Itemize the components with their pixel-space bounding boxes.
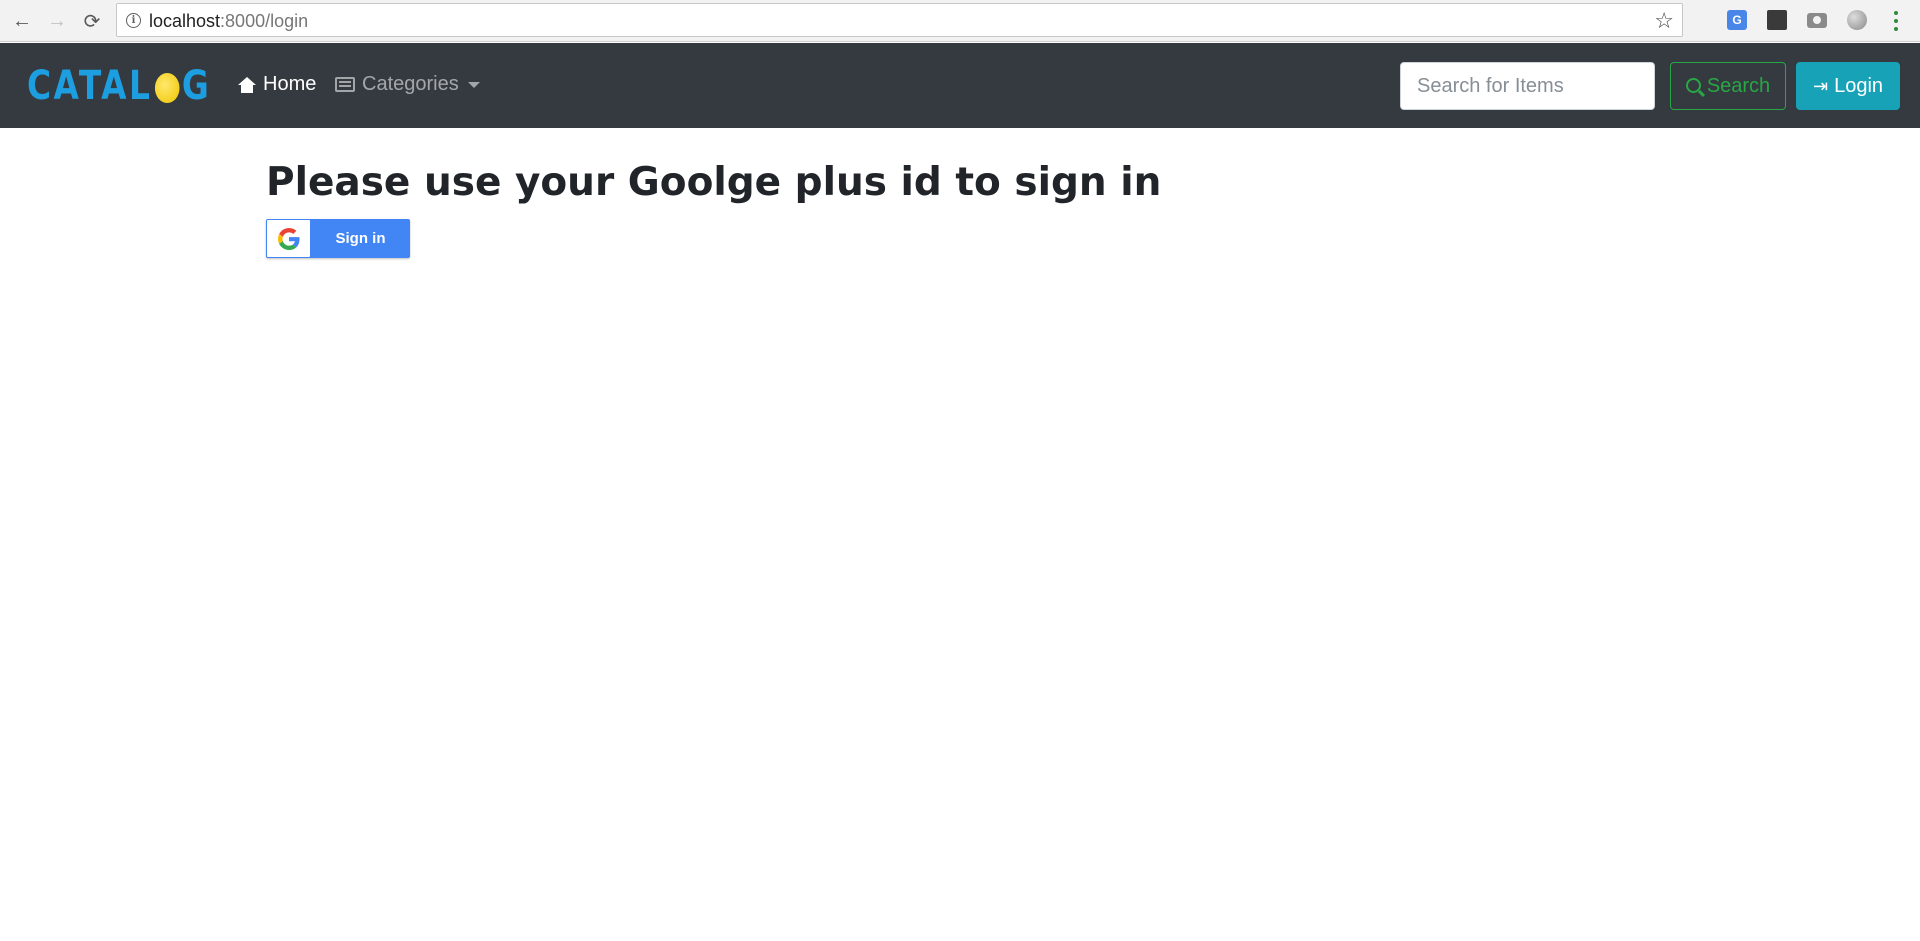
logo-text-suffix: G	[181, 63, 212, 109]
lightbulb-glyph	[1767, 10, 1787, 30]
forward-arrow-icon[interactable]: →	[43, 7, 71, 35]
search-icon	[1685, 77, 1701, 93]
login-button[interactable]: ⇥ Login	[1796, 62, 1900, 110]
back-arrow-icon[interactable]: ←	[8, 7, 36, 35]
globe-glyph	[1847, 10, 1867, 30]
google-logo-icon	[267, 220, 310, 257]
google-sign-in-button[interactable]: Sign in	[266, 219, 410, 258]
google-sign-in-label: Sign in	[335, 230, 386, 247]
logo-ball-icon	[154, 73, 180, 103]
url-text[interactable]: localhost:8000/login	[149, 11, 308, 32]
list-icon	[335, 77, 355, 92]
browser-toolbar: ← → ⟳ i localhost:8000/login ☆ G	[0, 0, 1920, 42]
url-host: localhost	[149, 11, 221, 31]
site-navbar: CATAL G Home Categories Search ⇥ Login	[0, 43, 1920, 128]
sign-in-icon: ⇥	[1812, 75, 1829, 96]
logo-text-prefix: CATAL	[27, 63, 153, 109]
search-button-label: Search	[1706, 74, 1771, 97]
camera-glyph	[1807, 12, 1827, 28]
url-path: :8000/login	[220, 11, 309, 31]
nav-home-link[interactable]: Home	[238, 73, 316, 96]
translate-glyph: G	[1727, 10, 1747, 30]
bookmark-star-icon[interactable]: ☆	[1654, 8, 1674, 34]
reload-icon[interactable]: ⟳	[78, 7, 106, 35]
address-bar[interactable]: i localhost:8000/login ☆	[116, 3, 1683, 37]
nav-categories-label: Categories	[362, 73, 459, 95]
search-input[interactable]	[1400, 62, 1655, 110]
caret-down-icon	[467, 81, 480, 88]
search-button[interactable]: Search	[1670, 62, 1786, 110]
browser-menu-icon[interactable]	[1884, 8, 1908, 34]
globe-extension-icon[interactable]	[1845, 8, 1869, 32]
translate-extension-icon[interactable]: G	[1725, 8, 1749, 32]
home-icon	[238, 76, 256, 93]
nav-home-label: Home	[263, 73, 317, 95]
page-title: Please use your Goolge plus id to sign i…	[266, 160, 1162, 205]
catalog-logo[interactable]: CATAL G	[27, 61, 211, 111]
camera-extension-icon[interactable]	[1805, 8, 1829, 32]
lightbulb-extension-icon[interactable]	[1765, 8, 1789, 32]
login-button-label: Login	[1834, 74, 1884, 97]
nav-categories-dropdown[interactable]: Categories	[335, 73, 480, 96]
info-icon[interactable]: i	[126, 13, 141, 28]
